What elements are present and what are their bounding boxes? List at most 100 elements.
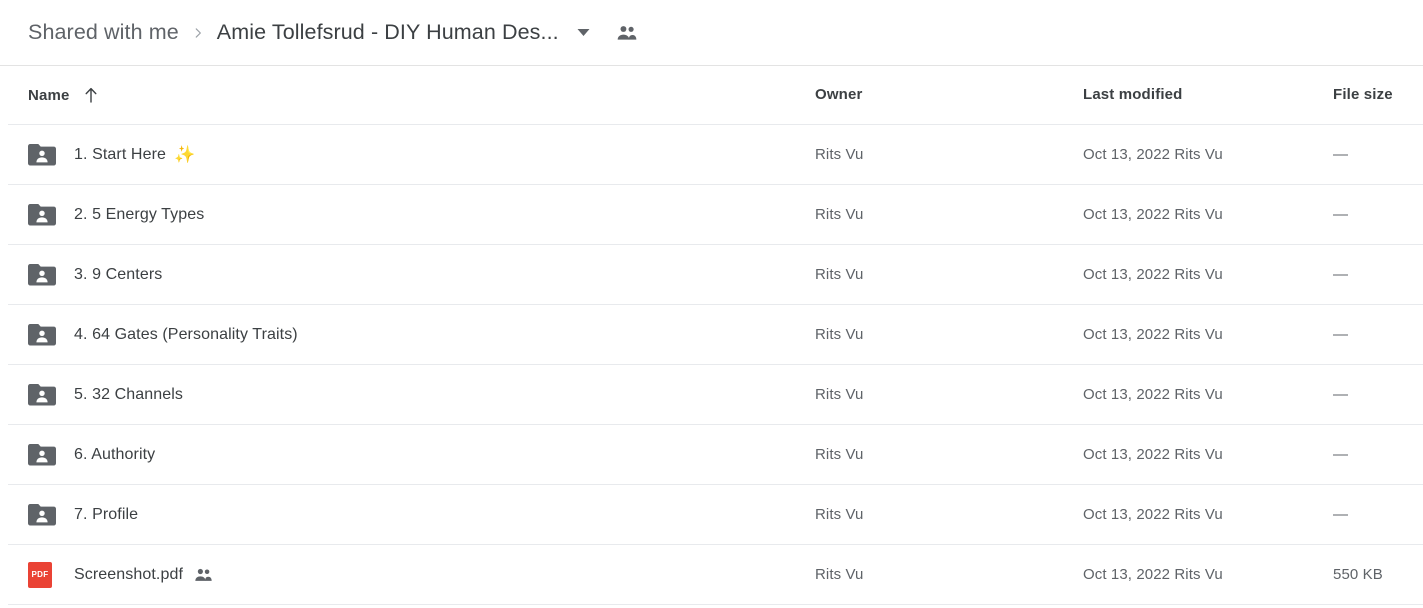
row-file-size-cell: — [1333,266,1423,284]
row-file-size-cell: — [1333,146,1423,164]
column-header-file-size-label: File size [1333,86,1393,103]
shared-folder-icon [28,503,62,526]
row-last-modified-label: Oct 13, 2022 Rits Vu [1083,505,1223,523]
row-name-cell: 6. Authority [8,443,815,466]
table-header-row: Name Owner Last modified File size [8,66,1423,125]
row-owner-label: Rits Vu [815,565,864,583]
row-last-modified-cell: Oct 13, 2022 Rits Vu [1083,446,1333,464]
chevron-right-icon [191,26,205,40]
row-name-label: 4. 64 Gates (Personality Traits) [74,325,298,343]
row-last-modified-cell: Oct 13, 2022 Rits Vu [1083,326,1333,344]
row-file-size-label: — [1333,205,1349,223]
row-name-label: 1. Start Here [74,145,167,163]
row-last-modified-cell: Oct 13, 2022 Rits Vu [1083,566,1333,584]
column-header-name-label: Name [28,86,70,104]
row-name-cell: 5. 32 Channels [8,383,815,406]
row-last-modified-label: Oct 13, 2022 Rits Vu [1083,445,1223,463]
sparkles-emoji: ✨ [174,145,196,164]
row-name-label: 6. Authority [74,445,156,463]
shared-folder-icon [28,263,62,286]
table-row[interactable]: 3. 9 Centers Rits Vu Oct 13, 2022 Rits V… [8,245,1423,305]
row-owner-cell: Rits Vu [815,386,1083,404]
row-owner-label: Rits Vu [815,445,864,463]
table-row[interactable]: 2. 5 Energy Types Rits Vu Oct 13, 2022 R… [8,185,1423,245]
row-owner-label: Rits Vu [815,385,864,403]
breadcrumb-bar: Shared with me Amie Tollefsrud - DIY Hum… [0,0,1423,66]
row-name-label: Screenshot.pdf [74,565,184,583]
row-owner-cell: Rits Vu [815,566,1083,584]
row-owner-label: Rits Vu [815,265,864,283]
row-file-size-label: — [1333,445,1349,463]
row-last-modified-cell: Oct 13, 2022 Rits Vu [1083,266,1333,284]
row-owner-cell: Rits Vu [815,506,1083,524]
row-owner-label: Rits Vu [815,505,864,523]
arrow-up-icon[interactable] [83,87,99,103]
row-file-size-label: — [1333,505,1349,523]
row-name-label: 3. 9 Centers [74,265,163,283]
row-last-modified-label: Oct 13, 2022 Rits Vu [1083,565,1223,583]
row-name-cell: PDF Screenshot.pdf [8,561,815,588]
row-owner-label: Rits Vu [815,205,864,223]
row-owner-cell: Rits Vu [815,326,1083,344]
row-last-modified-label: Oct 13, 2022 Rits Vu [1083,145,1223,163]
row-file-size-label: 550 KB [1333,565,1383,583]
row-file-size-label: — [1333,265,1349,283]
row-file-size-label: — [1333,145,1349,163]
row-last-modified-cell: Oct 13, 2022 Rits Vu [1083,386,1333,404]
breadcrumb-root[interactable]: Shared with me [28,20,179,45]
column-header-file-size[interactable]: File size [1333,86,1423,104]
row-last-modified-label: Oct 13, 2022 Rits Vu [1083,325,1223,343]
row-name-label: 5. 32 Channels [74,385,184,403]
shared-folder-icon [28,203,62,226]
shared-folder-icon [28,323,62,346]
row-owner-cell: Rits Vu [815,266,1083,284]
row-file-size-cell: 550 KB [1333,566,1423,584]
row-owner-cell: Rits Vu [815,206,1083,224]
row-last-modified-label: Oct 13, 2022 Rits Vu [1083,265,1223,283]
row-owner-label: Rits Vu [815,145,864,163]
row-last-modified-cell: Oct 13, 2022 Rits Vu [1083,206,1333,224]
column-header-owner-label: Owner [815,86,863,103]
pdf-file-icon: PDF [28,561,62,588]
table-row[interactable]: 6. Authority Rits Vu Oct 13, 2022 Rits V… [8,425,1423,485]
row-name-cell: 3. 9 Centers [8,263,815,286]
table-row[interactable]: 7. Profile Rits Vu Oct 13, 2022 Rits Vu … [8,485,1423,545]
row-name-label: 7. Profile [74,505,139,523]
row-owner-label: Rits Vu [815,325,864,343]
table-row[interactable]: 4. 64 Gates (Personality Traits) Rits Vu… [8,305,1423,365]
row-name-cell: 1. Start Here ✨ [8,143,815,166]
row-last-modified-cell: Oct 13, 2022 Rits Vu [1083,506,1333,524]
row-file-size-cell: — [1333,506,1423,524]
row-last-modified-label: Oct 13, 2022 Rits Vu [1083,385,1223,403]
breadcrumb-current-folder[interactable]: Amie Tollefsrud - DIY Human Des... [217,20,559,45]
file-list-table: Name Owner Last modified File size 1. St… [0,66,1423,605]
row-name-label: 2. 5 Energy Types [74,205,205,223]
row-file-size-cell: — [1333,326,1423,344]
row-file-size-cell: — [1333,386,1423,404]
shared-folder-icon [28,383,62,406]
shared-people-icon[interactable] [615,21,639,45]
row-file-size-label: — [1333,385,1349,403]
row-last-modified-label: Oct 13, 2022 Rits Vu [1083,205,1223,223]
row-name-cell: 7. Profile [8,503,815,526]
pdf-icon-label: PDF [31,569,49,579]
table-row[interactable]: PDF Screenshot.pdf Rits Vu Oct 13, 2022 … [8,545,1423,605]
column-header-last-modified-label: Last modified [1083,86,1183,103]
row-owner-cell: Rits Vu [815,446,1083,464]
table-row[interactable]: 5. 32 Channels Rits Vu Oct 13, 2022 Rits… [8,365,1423,425]
row-file-size-cell: — [1333,206,1423,224]
shared-folder-icon [28,143,62,166]
row-last-modified-cell: Oct 13, 2022 Rits Vu [1083,146,1333,164]
table-row[interactable]: 1. Start Here ✨ Rits Vu Oct 13, 2022 Rit… [8,125,1423,185]
column-header-last-modified[interactable]: Last modified [1083,86,1333,104]
row-name-cell: 4. 64 Gates (Personality Traits) [8,323,815,346]
shared-folder-icon [28,443,62,466]
shared-people-icon [193,565,213,585]
row-file-size-label: — [1333,325,1349,343]
column-header-owner[interactable]: Owner [815,86,1083,104]
chevron-down-icon[interactable] [573,22,595,44]
row-file-size-cell: — [1333,446,1423,464]
column-header-name[interactable]: Name [8,87,815,104]
row-name-cell: 2. 5 Energy Types [8,203,815,226]
row-owner-cell: Rits Vu [815,146,1083,164]
